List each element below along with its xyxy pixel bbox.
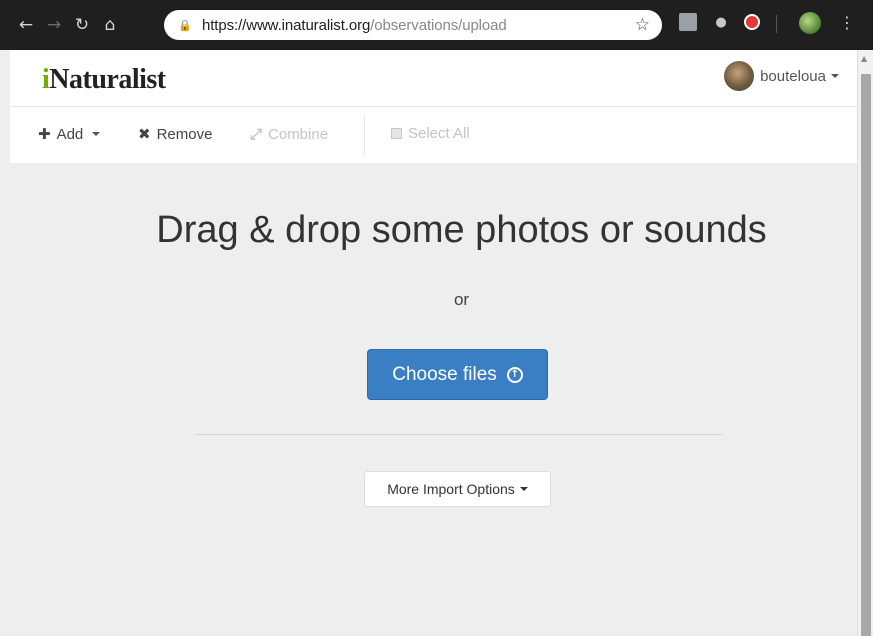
forward-arrow-icon[interactable]: → [40,11,68,39]
lock-icon: 🔒 [178,18,192,32]
add-label: Add [56,125,84,143]
scrollbar-thumb[interactable] [861,74,871,636]
url-host: https://www.inaturalist.org [202,16,371,34]
toolbar-separator [364,115,365,155]
page-scrollbar[interactable]: ▲ [857,50,873,636]
dropzone-headline: Drag & drop some photos or sounds [156,209,767,251]
inaturalist-logo[interactable]: iNaturalist [42,64,166,96]
address-bar[interactable]: 🔒 https://www.inaturalist.org/observatio… [164,10,662,40]
upload-toolbar: ✚ Add ✖ Remove ⤢ Combine Select All [10,106,857,163]
home-icon[interactable]: ⌂ [96,11,124,39]
back-arrow-icon[interactable]: ← [12,11,40,39]
remove-label: Remove [156,125,213,143]
username[interactable]: bouteloua [760,68,826,85]
upload-dropzone[interactable]: Drag & drop some photos or sounds or Cho… [10,163,857,636]
address-url[interactable]: https://www.inaturalist.org/observations… [202,17,507,34]
site-header: iNaturalist bouteloua [10,50,857,106]
add-button[interactable]: ✚ Add [38,125,101,143]
caret-down-icon [92,132,101,136]
combine-label: Combine [268,125,329,143]
or-text: or [453,290,470,309]
bookmark-star-icon[interactable]: ☆ [635,15,650,35]
browser-menu-icon[interactable]: ⋮ [839,13,855,32]
url-path: /observations/upload [370,16,507,34]
choose-files-button[interactable]: Choose files ↑ [367,349,548,400]
select-all-label: Select All [408,125,470,142]
choose-files-label: Choose files [392,363,497,385]
close-icon: ✖ [138,125,151,143]
combine-button[interactable]: ⤢ Combine [250,125,328,143]
plus-icon: ✚ [38,125,51,143]
camera-extension-icon[interactable]: ● [712,13,730,31]
red-extension-icon[interactable] [744,14,760,30]
browser-toolbar: ← → ↻ ⌂ 🔒 https://www.inaturalist.org/ob… [0,0,873,50]
photo-extension-icon[interactable] [679,13,697,31]
more-import-label: More Import Options [387,481,515,497]
upload-arrow-icon: ↑ [506,366,523,383]
combine-icon: ⤢ [250,125,263,143]
browser-profile-icon[interactable] [799,12,821,34]
extension-separator [776,15,777,33]
select-all-button[interactable]: Select All [391,125,470,142]
browser-nav: ← → ↻ ⌂ [12,11,124,39]
avatar[interactable] [724,61,755,91]
scroll-up-icon[interactable]: ▲ [861,54,867,63]
section-divider [195,434,722,435]
remove-button[interactable]: ✖ Remove [138,125,212,143]
select-all-checkbox[interactable] [391,128,402,139]
reload-icon[interactable]: ↻ [68,11,96,39]
user-menu[interactable]: bouteloua [724,61,839,91]
more-import-options-button[interactable]: More Import Options [364,471,551,507]
caret-down-icon[interactable] [831,74,839,78]
caret-down-icon [519,487,528,491]
logo-text: Naturalist [49,64,166,95]
